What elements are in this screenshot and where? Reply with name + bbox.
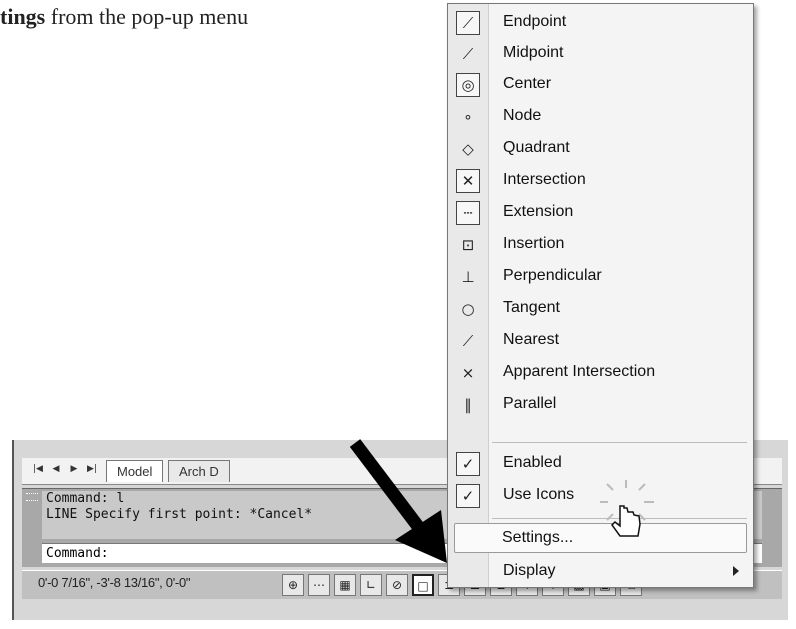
infer-constraints-icon[interactable]: ⊕ bbox=[282, 574, 304, 596]
intersection-icon: ✕ bbox=[456, 169, 480, 193]
menu-item-label: Perpendicular bbox=[503, 267, 602, 284]
instruction-rest: from the pop-up menu bbox=[45, 4, 249, 29]
tab-navigation: |◀ ◀ ▶ ▶| bbox=[30, 461, 102, 477]
menu-item-center[interactable]: ◎ Center bbox=[448, 69, 753, 99]
menu-item-label: Midpoint bbox=[503, 44, 564, 61]
tab-model[interactable]: Model bbox=[106, 460, 164, 482]
menu-item-midpoint[interactable]: ⟋ Midpoint bbox=[448, 38, 753, 68]
menu-item-enabled[interactable]: ✓ Enabled bbox=[448, 448, 753, 478]
menu-item-quadrant[interactable]: ◇ Quadrant bbox=[448, 133, 753, 163]
menu-item-insertion[interactable]: ⊡ Insertion bbox=[448, 229, 753, 259]
hand-cursor-icon bbox=[600, 480, 654, 537]
coordinates-readout: 0'-0 7/16", -3'-8 13/16", 0'-0" bbox=[38, 575, 191, 590]
nearest-icon: ⟋ bbox=[462, 332, 474, 350]
apparent-intersection-icon: ⨯ bbox=[461, 364, 475, 382]
snap-mode-icon[interactable]: ⋯ bbox=[308, 574, 330, 596]
menu-item-label: Extension bbox=[503, 203, 574, 220]
menu-item-label: Center bbox=[503, 75, 552, 92]
menu-item-label: Display bbox=[503, 562, 556, 579]
menu-item-endpoint[interactable]: ⟋ Endpoint bbox=[448, 7, 753, 37]
command-grip[interactable] bbox=[26, 493, 38, 501]
menu-item-intersection[interactable]: ✕ Intersection bbox=[448, 165, 753, 195]
menu-item-label: Tangent bbox=[503, 299, 560, 316]
grid-icon[interactable]: ▦ bbox=[334, 574, 356, 596]
instruction-bold: tings bbox=[0, 4, 46, 29]
menu-separator bbox=[492, 442, 747, 443]
parallel-icon: ∥ bbox=[464, 396, 472, 414]
menu-item-label: Intersection bbox=[503, 171, 586, 188]
center-icon: ◎ bbox=[456, 73, 480, 97]
tangent-icon: ○ bbox=[461, 300, 475, 318]
submenu-arrow-icon bbox=[733, 566, 739, 576]
last-tab-icon[interactable]: ▶| bbox=[84, 461, 100, 477]
quadrant-icon: ◇ bbox=[462, 140, 474, 158]
ortho-icon[interactable]: ∟ bbox=[360, 574, 382, 596]
menu-item-nearest[interactable]: ⟋ Nearest bbox=[448, 325, 753, 355]
menu-item-label: Endpoint bbox=[503, 13, 567, 30]
menu-item-label: Insertion bbox=[503, 235, 565, 252]
menu-item-tangent[interactable]: ○ Tangent bbox=[448, 293, 753, 323]
menu-item-label: Enabled bbox=[503, 454, 562, 471]
menu-item-label: Use Icons bbox=[503, 486, 575, 503]
pointer-arrow-icon bbox=[349, 439, 447, 563]
checkmark-icon: ✓ bbox=[456, 452, 480, 476]
tab-arch-d[interactable]: Arch D bbox=[168, 460, 230, 482]
menu-item-display[interactable]: Display bbox=[448, 556, 753, 586]
node-icon: ∘ bbox=[463, 108, 473, 126]
menu-item-label: Node bbox=[503, 107, 542, 124]
midpoint-icon: ⟋ bbox=[462, 45, 474, 63]
insertion-icon: ⊡ bbox=[461, 236, 475, 254]
endpoint-icon: ⟋ bbox=[456, 11, 480, 35]
menu-item-extension[interactable]: ┄ Extension bbox=[448, 197, 753, 227]
instruction-text: tings from the pop-up menu bbox=[0, 4, 248, 30]
menu-item-label: Apparent Intersection bbox=[503, 363, 656, 380]
extension-icon: ┄ bbox=[456, 201, 480, 225]
object-snap-icon[interactable]: □ bbox=[412, 574, 434, 596]
menu-item-label: Nearest bbox=[503, 331, 560, 348]
menu-item-node[interactable]: ∘ Node bbox=[448, 101, 753, 131]
menu-item-label: Settings... bbox=[502, 529, 574, 546]
menu-item-label: Parallel bbox=[503, 395, 557, 412]
menu-item-parallel[interactable]: ∥ Parallel bbox=[448, 389, 753, 419]
menu-item-apparent-intersection[interactable]: ⨯ Apparent Intersection bbox=[448, 357, 753, 387]
perpendicular-icon: ⊥ bbox=[461, 268, 475, 286]
first-tab-icon[interactable]: |◀ bbox=[30, 461, 46, 477]
checkmark-icon: ✓ bbox=[456, 484, 480, 508]
menu-item-perpendicular[interactable]: ⊥ Perpendicular bbox=[448, 261, 753, 291]
menu-item-label: Quadrant bbox=[503, 139, 570, 156]
next-tab-icon[interactable]: ▶ bbox=[66, 461, 82, 477]
polar-icon[interactable]: ⊘ bbox=[386, 574, 408, 596]
prev-tab-icon[interactable]: ◀ bbox=[48, 461, 64, 477]
